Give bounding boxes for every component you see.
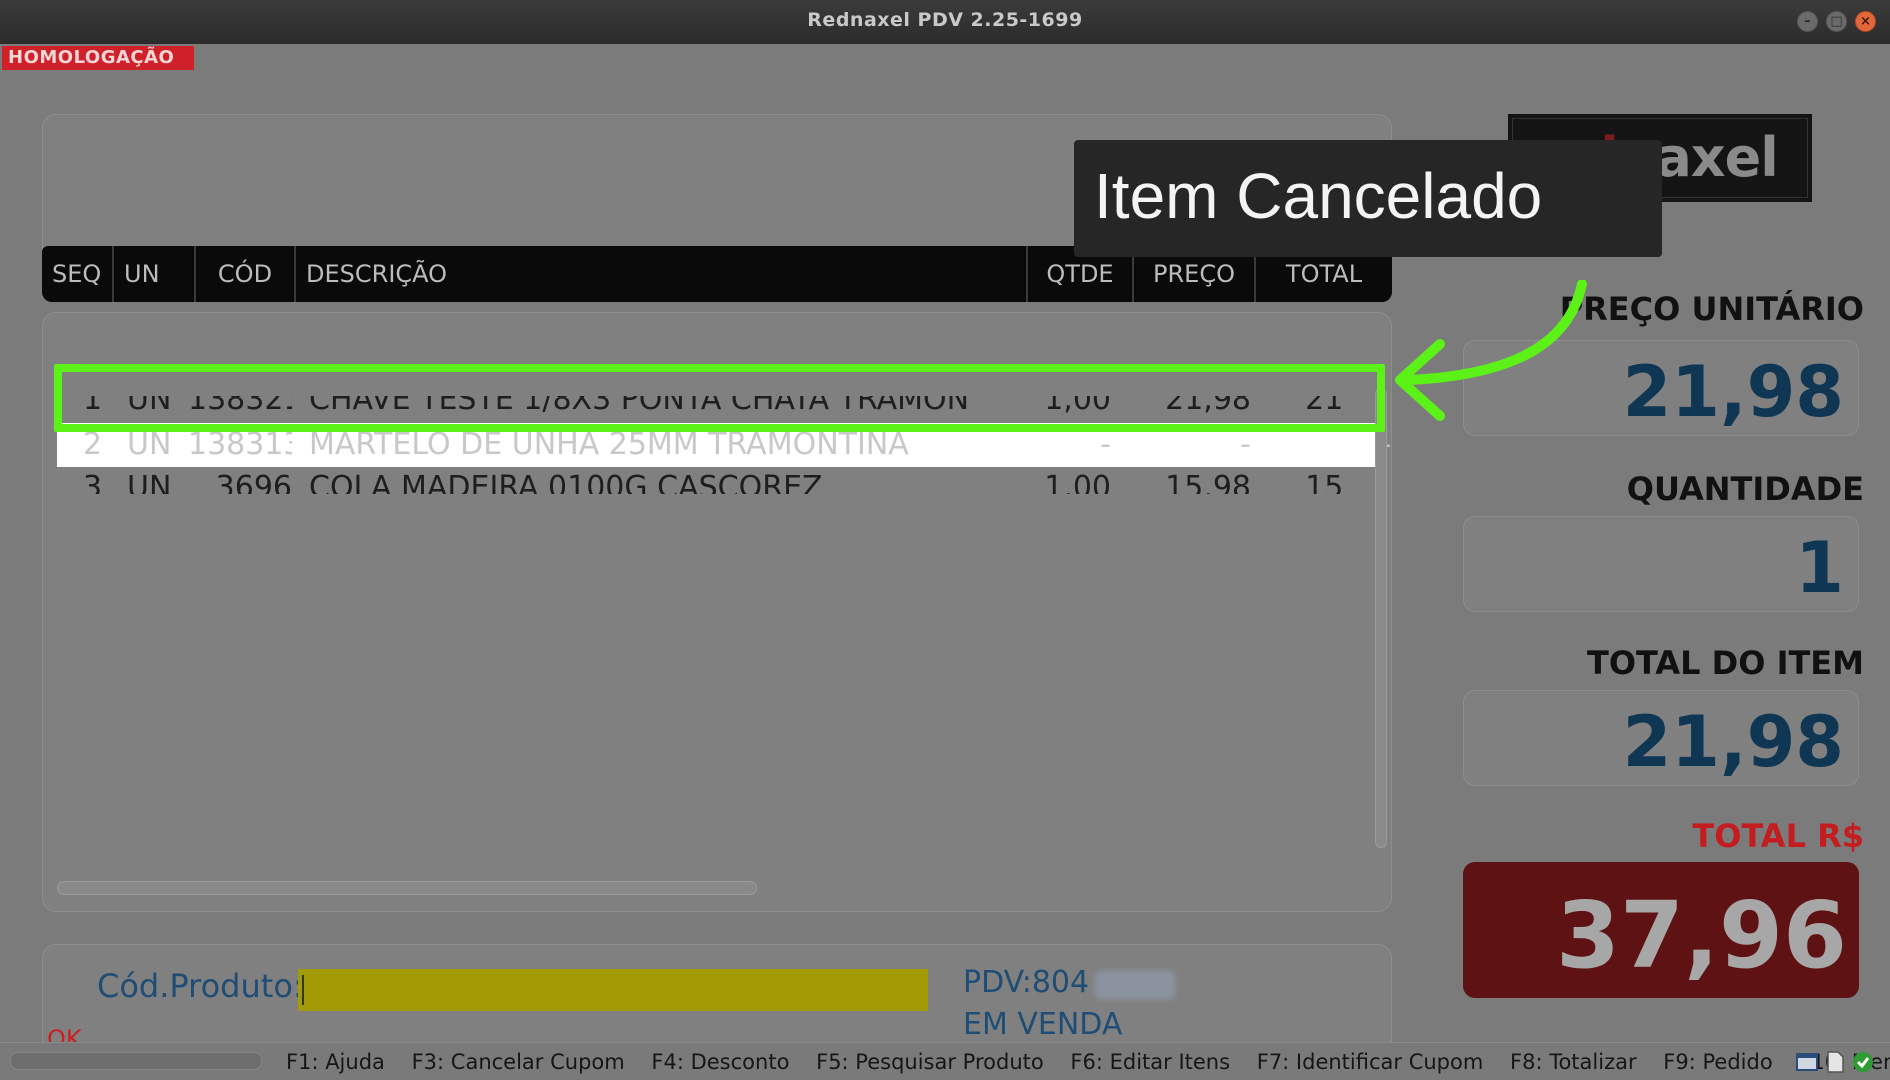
shortcut-f7[interactable]: F7: Identificar Cupom: [1257, 1050, 1484, 1074]
maximize-button[interactable]: □: [1826, 11, 1847, 32]
product-code-input[interactable]: [298, 969, 928, 1011]
col-descricao: DESCRIÇÃO: [296, 246, 1028, 302]
window-icon[interactable]: [1796, 1051, 1818, 1073]
shortcut-f9[interactable]: F9: Pedido: [1663, 1050, 1772, 1074]
item-total-box: 21,98: [1463, 690, 1859, 786]
cell-cod: 3696: [215, 470, 292, 505]
cell-un: UN: [127, 470, 172, 505]
quantity-value: 1: [1795, 527, 1844, 609]
status-bar: F1: Ajuda F3: Cancelar Cupom F4: Descont…: [0, 1042, 1890, 1080]
product-code-label: Cód.Produto:: [97, 967, 304, 1005]
cell-total: 15,98: [1305, 470, 1391, 505]
col-seq: SEQ: [42, 246, 114, 302]
cell-descricao: COLA MADEIRA 0100G CASCOREZ: [309, 470, 823, 505]
vertical-scroll-thumb[interactable]: [1375, 388, 1387, 848]
table-row[interactable]: 3 UN 3696 COLA MADEIRA 0100G CASCOREZ 1,…: [43, 466, 1343, 505]
annotation-callout: Item Cancelado: [1074, 140, 1662, 257]
col-un: UN: [114, 246, 196, 302]
item-total-value: 21,98: [1622, 701, 1844, 783]
grand-total-value: 37,96: [1555, 882, 1847, 989]
title-bar: Rednaxel PDV 2.25-1699 – □ ×: [0, 0, 1890, 44]
environment-badge: HOMOLOGAÇÃO: [2, 46, 194, 70]
shortcut-f5[interactable]: F5: Pesquisar Produto: [816, 1050, 1044, 1074]
quantity-box: 1: [1463, 516, 1859, 612]
grand-total-box: 37,96: [1463, 862, 1859, 998]
close-button[interactable]: ×: [1855, 11, 1876, 32]
cell-preco: 15,98: [1165, 470, 1251, 505]
minimize-button[interactable]: –: [1797, 11, 1818, 32]
unit-price-label: PREÇO UNITÁRIO: [1559, 290, 1864, 328]
document-icon[interactable]: [1824, 1051, 1846, 1073]
quantity-label: QUANTIDADE: [1626, 470, 1864, 508]
col-cod: CÓD: [196, 246, 296, 302]
progress-bar: [10, 1052, 262, 1070]
sale-status: EM VENDA: [963, 1007, 1123, 1042]
pdv-number: PDV:804: [963, 965, 1090, 1000]
window-title: Rednaxel PDV 2.25-1699: [807, 9, 1083, 31]
vertical-scrollbar[interactable]: [1373, 378, 1389, 878]
cancelled-item-highlight: [54, 364, 1385, 432]
grand-total-label: TOTAL R$: [1692, 817, 1864, 855]
check-status-icon: [1853, 1052, 1873, 1072]
horizontal-scrollbar[interactable]: [43, 878, 1393, 896]
text-caret: [302, 975, 304, 1005]
shortcut-f4[interactable]: F4: Desconto: [651, 1050, 789, 1074]
item-total-label: TOTAL DO ITEM: [1586, 644, 1864, 682]
cell-qtde: 1,00: [1044, 470, 1111, 505]
cell-seq: 3: [83, 470, 103, 505]
unit-price-value: 21,98: [1622, 351, 1844, 433]
annotation-arrow-icon: [1395, 280, 1587, 421]
redacted-value: [1095, 971, 1175, 999]
shortcut-f6[interactable]: F6: Editar Itens: [1070, 1050, 1230, 1074]
shortcut-f3[interactable]: F3: Cancelar Cupom: [412, 1050, 625, 1074]
shortcut-list: F1: Ajuda F3: Cancelar Cupom F4: Descont…: [286, 1050, 1890, 1074]
shortcut-f1[interactable]: F1: Ajuda: [286, 1050, 385, 1074]
horizontal-scroll-thumb[interactable]: [57, 881, 757, 895]
shortcut-f8[interactable]: F8: Totalizar: [1510, 1050, 1637, 1074]
